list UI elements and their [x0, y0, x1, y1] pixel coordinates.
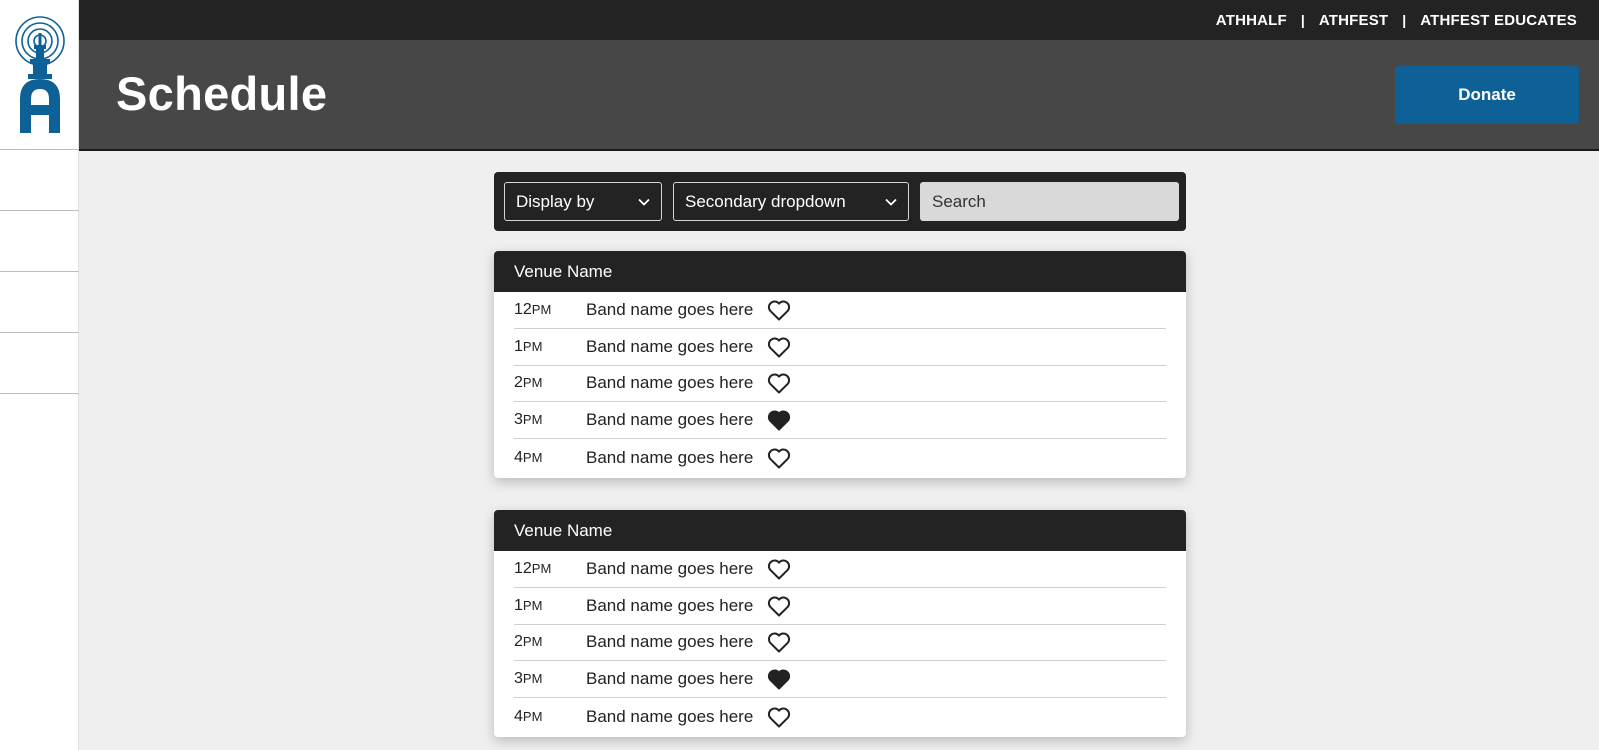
schedule-row: 3PM Band name goes here: [514, 661, 1166, 699]
donate-button[interactable]: Donate: [1395, 66, 1579, 124]
band-name: Band name goes here: [586, 410, 754, 430]
heart-outline-icon[interactable]: [767, 631, 791, 653]
logo-link[interactable]: [0, 0, 79, 150]
band-name: Band name goes here: [586, 373, 754, 393]
search-input[interactable]: [920, 182, 1179, 221]
slot-time: 1PM: [514, 337, 543, 355]
schedule-row: 3PM Band name goes here: [514, 402, 1166, 440]
display-by-label: Display by: [516, 191, 595, 211]
slot-time: 3PM: [514, 670, 543, 688]
nav-separator: |: [1402, 12, 1407, 28]
band-name: Band name goes here: [586, 447, 754, 467]
schedule-row: 4PM Band name goes here: [514, 439, 1166, 476]
schedule-row: 12PM Band name goes here: [514, 292, 1166, 329]
schedule-row: 1PM Band name goes here: [514, 588, 1166, 625]
heart-outline-icon[interactable]: [767, 336, 791, 358]
schedule-row: 1PM Band name goes here: [514, 329, 1166, 366]
heart-filled-icon[interactable]: [767, 409, 791, 431]
slot-time: 12PM: [514, 300, 552, 318]
sidebar: [0, 0, 79, 750]
top-nav: ATHHALF | ATHFEST | ATHFEST EDUCATES: [79, 0, 1599, 40]
sidebar-slot[interactable]: [0, 211, 79, 272]
athfest-tower-logo-icon: [14, 15, 65, 133]
schedule-row: 2PM Band name goes here: [514, 625, 1166, 662]
slot-time: 3PM: [514, 411, 543, 429]
chevron-down-icon: [885, 198, 897, 206]
heart-filled-icon[interactable]: [767, 668, 791, 690]
slot-time: 1PM: [514, 596, 543, 614]
page-title: Schedule: [116, 67, 328, 120]
heart-outline-icon[interactable]: [767, 706, 791, 728]
heart-outline-icon[interactable]: [767, 558, 791, 580]
heart-outline-icon[interactable]: [767, 447, 791, 469]
venue-name: Venue Name: [494, 251, 1186, 292]
band-name: Band name goes here: [586, 299, 754, 319]
nav-link-athfest[interactable]: ATHFEST: [1319, 12, 1388, 29]
sidebar-slot[interactable]: [0, 333, 79, 394]
sidebar-slot[interactable]: [0, 272, 79, 333]
heart-outline-icon[interactable]: [767, 595, 791, 617]
slot-time: 4PM: [514, 707, 543, 725]
slot-time: 2PM: [514, 374, 543, 392]
venue-card: Venue Name 12PM Band name goes here 1PM …: [494, 510, 1186, 737]
slot-time: 4PM: [514, 448, 543, 466]
secondary-dropdown-label: Secondary dropdown: [685, 191, 846, 211]
band-name: Band name goes here: [586, 595, 754, 615]
band-name: Band name goes here: [586, 336, 754, 356]
filter-bar: Display by Secondary dropdown: [494, 172, 1186, 231]
schedule-row: 2PM Band name goes here: [514, 366, 1166, 403]
nav-link-athfest-educates[interactable]: ATHFEST EDUCATES: [1420, 12, 1577, 29]
band-name: Band name goes here: [586, 558, 754, 578]
slot-time: 2PM: [514, 633, 543, 651]
chevron-down-icon: [638, 198, 650, 206]
band-name: Band name goes here: [586, 706, 754, 726]
heart-outline-icon[interactable]: [767, 299, 791, 321]
schedule-row: 12PM Band name goes here: [514, 551, 1166, 588]
heart-outline-icon[interactable]: [767, 372, 791, 394]
band-name: Band name goes here: [586, 669, 754, 689]
venue-card: Venue Name 12PM Band name goes here 1PM …: [494, 251, 1186, 478]
band-name: Band name goes here: [586, 632, 754, 652]
secondary-dropdown[interactable]: Secondary dropdown: [673, 182, 909, 221]
venue-name: Venue Name: [494, 510, 1186, 551]
slot-time: 12PM: [514, 559, 552, 577]
nav-separator: |: [1300, 12, 1305, 28]
nav-link-athhalf[interactable]: ATHHALF: [1216, 12, 1287, 29]
sidebar-slot[interactable]: [0, 150, 79, 211]
schedule-row: 4PM Band name goes here: [514, 698, 1166, 735]
page-header: Schedule Donate: [79, 40, 1599, 151]
display-by-dropdown[interactable]: Display by: [504, 182, 662, 221]
